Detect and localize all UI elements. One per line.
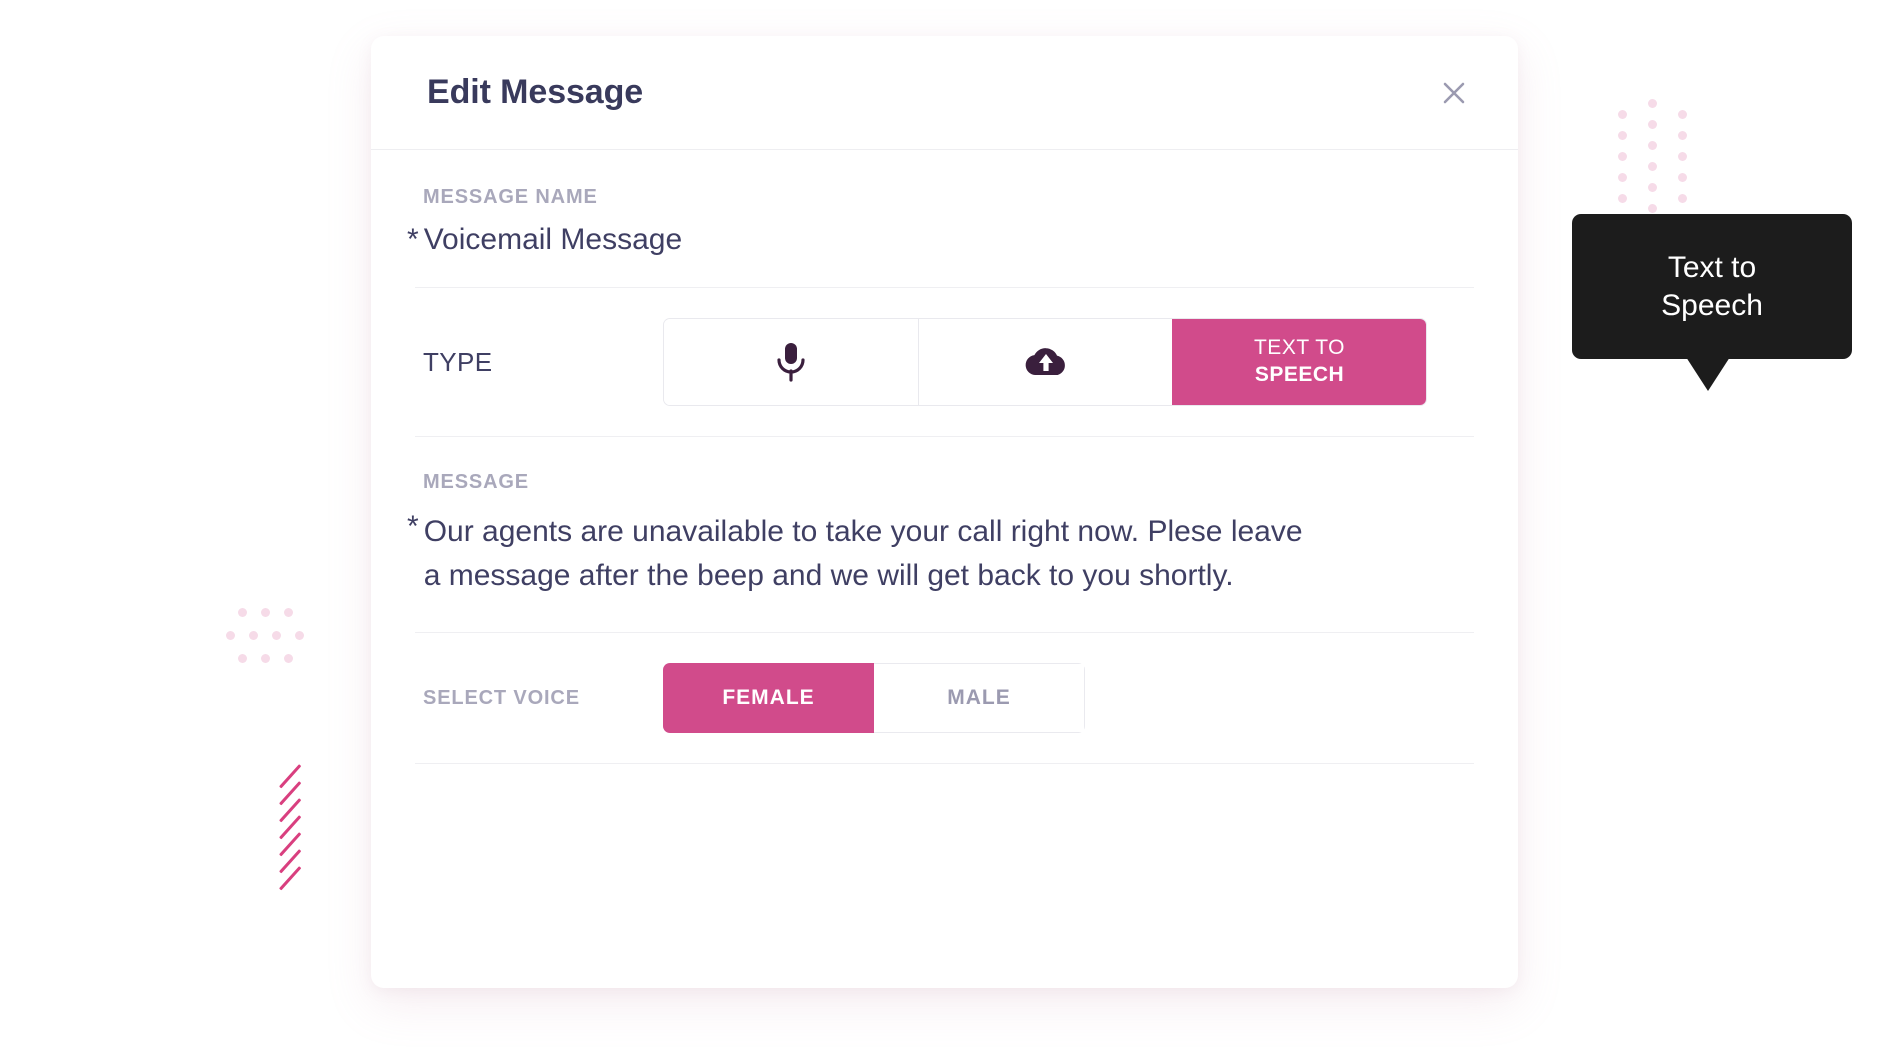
message-name-value: Voicemail Message — [423, 223, 683, 256]
decorative-dot — [1678, 194, 1687, 203]
decorative-dot — [1678, 173, 1687, 182]
decorative-dot — [1618, 131, 1627, 140]
select-voice-label: SELECT VOICE — [423, 686, 580, 709]
message-name-field[interactable]: * Voicemail Message — [407, 223, 1474, 257]
dialog-body: MESSAGE NAME * Voicemail Message TYPE TE… — [371, 150, 1518, 765]
type-button-group: TEXT TO SPEECH — [663, 318, 1427, 406]
decorative-slash — [279, 781, 302, 806]
decorative-dot — [238, 608, 247, 617]
decorative-slash — [279, 832, 302, 857]
decorative-dot — [1648, 141, 1657, 150]
decorative-dot — [1678, 152, 1687, 161]
decorative-dot — [1648, 99, 1657, 108]
tooltip-text: Text to Speech — [1661, 251, 1763, 322]
tooltip-pointer — [1686, 357, 1730, 391]
decorative-dot — [1618, 194, 1627, 203]
tts-label-line1: TEXT TO — [1253, 336, 1346, 360]
decorative-dot-cluster-left — [226, 608, 304, 670]
message-name-section: MESSAGE NAME * Voicemail Message — [407, 150, 1474, 288]
decorative-dot — [1678, 131, 1687, 140]
edit-message-dialog: Edit Message MESSAGE NAME * Voicemail Me… — [371, 36, 1852, 988]
voice-option-female[interactable]: FEMALE — [663, 663, 874, 734]
decorative-dot — [295, 631, 304, 640]
text-to-speech-tooltip: Text to Speech — [1572, 214, 1852, 391]
decorative-diagonal-lines — [278, 764, 334, 896]
decorative-dot — [1618, 152, 1627, 161]
decorative-slash — [279, 815, 302, 840]
close-icon — [1443, 82, 1465, 103]
decorative-slash — [279, 798, 302, 823]
type-label: TYPE — [423, 346, 493, 377]
decorative-slash — [279, 764, 302, 789]
decorative-slash — [279, 866, 302, 891]
message-name-label: MESSAGE NAME — [423, 186, 598, 208]
type-option-text-to-speech[interactable]: TEXT TO SPEECH — [1172, 319, 1426, 405]
required-marker: * — [407, 510, 419, 543]
tts-label-line2: SPEECH — [1254, 363, 1345, 386]
decorative-dot — [1678, 110, 1687, 119]
decorative-dot — [284, 608, 293, 617]
voice-button-group: FEMALE MALE — [663, 663, 1085, 734]
decorative-dot — [272, 631, 281, 640]
message-section: MESSAGE * Our agents are unavailable to … — [407, 437, 1474, 634]
dialog-header: Edit Message — [371, 36, 1518, 150]
message-label: MESSAGE — [423, 471, 529, 493]
page-title: Edit Message — [427, 73, 644, 111]
decorative-dot — [238, 654, 247, 663]
type-option-record[interactable] — [664, 319, 918, 405]
tooltip-box: Text to Speech — [1572, 214, 1852, 359]
decorative-dot — [1618, 173, 1627, 182]
type-section: TYPE TEXT TO SPEECH — [415, 288, 1474, 437]
cloud-upload-icon — [1025, 348, 1065, 375]
decorative-dot — [1648, 120, 1657, 129]
decorative-slash — [279, 849, 302, 874]
type-option-text-to-speech-label: TEXT TO SPEECH — [1254, 335, 1345, 389]
required-marker: * — [407, 223, 419, 256]
decorative-dot — [261, 654, 270, 663]
type-option-upload[interactable] — [918, 319, 1172, 405]
decorative-dot — [261, 608, 270, 617]
decorative-dot — [249, 631, 258, 640]
microphone-icon — [777, 343, 805, 382]
message-field[interactable]: * Our agents are unavailable to take you… — [407, 510, 1474, 598]
voice-option-male[interactable]: MALE — [874, 663, 1085, 734]
decorative-dot — [284, 654, 293, 663]
close-button[interactable] — [1432, 71, 1476, 115]
message-value: Our agents are unavailable to take your … — [423, 515, 1303, 593]
decorative-dot — [226, 631, 235, 640]
decorative-dot — [1648, 183, 1657, 192]
decorative-dot — [1648, 162, 1657, 171]
select-voice-section: SELECT VOICE FEMALE MALE — [415, 633, 1474, 765]
decorative-dot — [1618, 110, 1627, 119]
decorative-dot — [1648, 204, 1657, 213]
